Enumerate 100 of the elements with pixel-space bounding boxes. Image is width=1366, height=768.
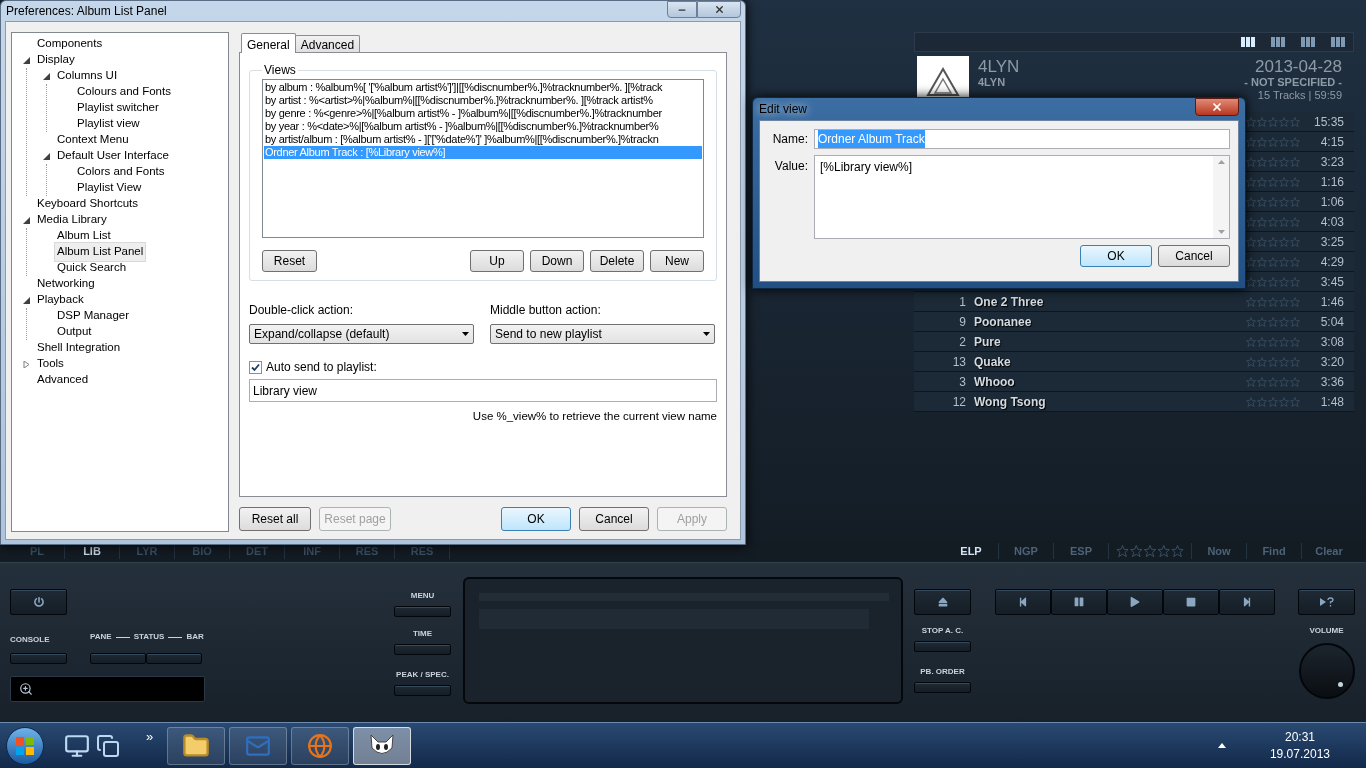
close-button[interactable]	[697, 1, 741, 18]
footer-button[interactable]: Cancel	[579, 507, 649, 531]
minimize-button[interactable]	[667, 1, 697, 18]
switch-windows-button[interactable]	[96, 733, 120, 758]
play-button[interactable]	[1107, 589, 1163, 615]
dialog-button[interactable]: OK	[1080, 245, 1152, 267]
expanded-arrow-icon[interactable]	[22, 56, 30, 64]
caret-up-icon[interactable]	[1217, 743, 1226, 748]
scrollbar[interactable]	[1213, 156, 1229, 238]
rating-stars[interactable]	[1246, 316, 1300, 327]
mode-tab[interactable]: ELP	[944, 542, 999, 560]
power-button[interactable]	[10, 589, 67, 615]
taskbar-button[interactable]	[167, 726, 226, 765]
playback-order-button[interactable]	[914, 682, 971, 693]
rating-stars[interactable]	[1246, 356, 1300, 367]
rating-stars[interactable]	[1246, 276, 1300, 287]
clock-date[interactable]: 19.07.2013	[1269, 745, 1330, 763]
rating-stars[interactable]	[1246, 196, 1300, 207]
track-row[interactable]: 2 Pure 3:08	[914, 332, 1354, 352]
track-row[interactable]: 3 Whooo 3:36	[914, 372, 1354, 392]
list-button[interactable]: Down	[530, 250, 584, 272]
rating-stars[interactable]	[1116, 544, 1184, 558]
scroll-down-icon[interactable]	[1217, 230, 1225, 234]
play-random-button[interactable]	[1298, 589, 1355, 615]
control-label: CONSOLE	[10, 635, 50, 644]
list-button[interactable]: Up	[470, 250, 524, 272]
rating-stars[interactable]	[1246, 116, 1300, 127]
footer-button[interactable]: OK	[501, 507, 571, 531]
rating-stars[interactable]	[1246, 296, 1300, 307]
rating-stars[interactable]	[1246, 176, 1300, 187]
track-row[interactable]: 9 Poonanee 5:04	[914, 312, 1354, 332]
scroll-up-icon[interactable]	[1217, 160, 1225, 164]
collapsed-arrow-icon[interactable]	[22, 360, 30, 368]
tab[interactable]: Advanced	[294, 35, 361, 52]
list-button[interactable]: Reset	[262, 250, 317, 272]
footer-button[interactable]: Reset all	[239, 507, 311, 531]
expanded-arrow-icon[interactable]	[42, 72, 50, 80]
rating-stars[interactable]	[1246, 156, 1300, 167]
track-row[interactable]: 12 Wong Tsong 1:48	[914, 392, 1354, 412]
stop-after-current-button[interactable]	[914, 641, 971, 652]
rating-stars[interactable]	[1246, 216, 1300, 227]
list-item[interactable]: by genre : %<genre>%|[%album artist% - ]%album%|[[%discnumber%.]%tracknumber	[264, 107, 702, 120]
star-icon	[1279, 276, 1289, 287]
search-icon	[19, 682, 33, 696]
input-field[interactable]: Library view	[249, 379, 717, 402]
previous-button[interactable]	[995, 589, 1051, 615]
clock-time[interactable]: 20:31	[1284, 728, 1315, 746]
rating-stars[interactable]	[1246, 336, 1300, 347]
menu-button[interactable]	[394, 606, 451, 617]
star-icon	[1157, 544, 1170, 558]
console-button[interactable]	[10, 653, 67, 664]
pane-button[interactable]	[90, 653, 146, 664]
control-label: PEAK / SPEC.	[396, 669, 449, 681]
dropdown[interactable]: Expand/collapse (default)	[249, 324, 474, 344]
layout-button[interactable]	[1241, 37, 1255, 47]
track-title: Pure	[974, 333, 1002, 351]
checkbox[interactable]	[249, 360, 262, 374]
taskbar-button[interactable]	[353, 726, 412, 765]
star-icon	[1143, 544, 1157, 558]
layout-button[interactable]	[1271, 37, 1285, 47]
eject-button[interactable]	[914, 589, 971, 615]
list-item[interactable]: by album : %album%[ '['%album artist%']']|[[%discnumber%.]%tracknumber%. ][%track	[264, 81, 702, 94]
track-row[interactable]: 1 One 2 Three 1:46	[914, 292, 1354, 312]
tree-item[interactable]: Album List Panel	[54, 242, 147, 262]
search-field[interactable]	[10, 676, 205, 702]
time-button[interactable]	[394, 644, 451, 655]
globe-icon	[307, 732, 334, 759]
pause-button[interactable]	[1051, 589, 1107, 615]
list-button[interactable]: Delete	[590, 250, 644, 272]
dropdown[interactable]: Send to new playlist	[490, 324, 715, 344]
peak-spectrum-button[interactable]	[394, 685, 451, 696]
expanded-arrow-icon[interactable]	[42, 152, 50, 160]
list-item[interactable]: by artist/album : [%album artist% - ]['['%date%']' ]%album%|[[%discnumber%.]%trackn	[264, 133, 702, 146]
list-item[interactable]: by year : %<date>%|[%album artist% - ]%album%|[[%discnumber%.]%tracknumber%	[264, 120, 702, 133]
stop-button[interactable]	[1163, 589, 1219, 615]
expanded-arrow-icon[interactable]	[22, 296, 30, 304]
expanded-arrow-icon[interactable]	[22, 216, 30, 224]
list-button[interactable]: New	[650, 250, 704, 272]
control-label: PB. ORDER	[920, 666, 965, 678]
track-row[interactable]: 13 Quake 3:20	[914, 352, 1354, 372]
layout-button[interactable]	[1301, 37, 1315, 47]
next-button[interactable]	[1219, 589, 1275, 615]
rating-stars[interactable]	[1246, 136, 1300, 147]
columns-icon	[1241, 37, 1255, 47]
close-button[interactable]	[1195, 98, 1239, 116]
star-icon	[1246, 116, 1256, 127]
start-button[interactable]	[6, 726, 44, 765]
status-bar-button[interactable]	[146, 653, 202, 664]
tab[interactable]: General	[241, 33, 296, 53]
list-item[interactable]: by artist : %<artist>%|%album%|[[%discnumber%.]%tracknumber%. ][%track artist%	[264, 94, 702, 107]
rating-stars[interactable]	[1246, 376, 1300, 387]
layout-button[interactable]	[1331, 37, 1345, 47]
show-desktop-button[interactable]	[64, 732, 90, 759]
dialog-button[interactable]: Cancel	[1158, 245, 1230, 267]
rating-stars[interactable]	[1246, 256, 1300, 267]
overflow-chevron[interactable]: »	[146, 727, 154, 747]
rating-stars[interactable]	[1246, 236, 1300, 247]
value-field[interactable]: [%Library view%]	[814, 155, 1230, 239]
rating-stars[interactable]	[1246, 396, 1300, 407]
windows-logo-icon	[16, 736, 34, 755]
